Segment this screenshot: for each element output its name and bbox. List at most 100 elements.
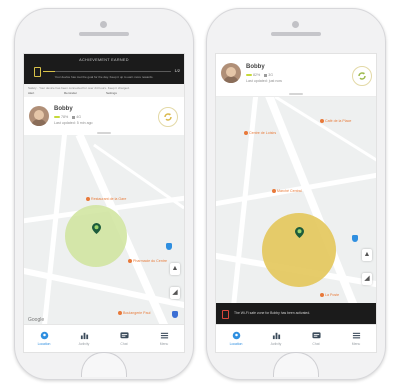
chat-icon	[119, 332, 129, 339]
refresh-icon	[358, 72, 366, 80]
map-poi-label: Café de la Place	[325, 119, 352, 123]
map-poi-label: Centre de Loisirs	[249, 131, 277, 135]
last-updated: Last updated: just now	[246, 79, 282, 83]
location-pin-icon	[40, 331, 48, 340]
tab-activity-label: Activity	[270, 342, 282, 346]
tab-activity[interactable]: Activity	[256, 325, 296, 352]
my-location-button[interactable]: ◢	[362, 273, 372, 285]
map-poi[interactable]: Restaurant de la Gare	[86, 197, 132, 202]
menu-icon	[352, 332, 360, 339]
location-pin-icon[interactable]	[295, 227, 304, 238]
notice-tag-reminder[interactable]: Reminder	[64, 91, 77, 95]
phone-left-screen: ACHIEVEMENT EARNED 1/2 Your device has m…	[23, 53, 185, 353]
home-button[interactable]	[273, 352, 319, 377]
profile-name: Bobby	[54, 106, 73, 112]
profile-name: Bobby	[246, 64, 265, 70]
place-icon	[128, 259, 132, 264]
front-camera	[292, 21, 299, 28]
achievement-description: Your device has met the goal for the day…	[54, 75, 154, 79]
my-location-button[interactable]: ◢	[170, 287, 180, 299]
map-poi-label: Pharmacie du Centre	[133, 259, 167, 263]
sheet-handle[interactable]	[97, 132, 111, 134]
map-poi[interactable]: Marché Central	[272, 189, 318, 194]
map-poi[interactable]: La Poste	[320, 293, 366, 298]
tab-location[interactable]: Location	[216, 325, 256, 352]
shield-icon	[352, 235, 358, 242]
place-icon	[272, 189, 276, 194]
refresh-button[interactable]	[352, 66, 372, 86]
tab-bar: Location Activity Chat Menu	[24, 324, 184, 352]
tab-chat-label: Chat	[120, 342, 128, 346]
speaker-grille	[271, 32, 321, 36]
achievement-title: ACHIEVEMENT EARNED	[79, 58, 129, 62]
speaker-grille	[79, 32, 129, 36]
home-button[interactable]	[81, 352, 127, 377]
phone-right-screen: Bobby 82% 3G Last updated: just now Cent…	[215, 53, 377, 353]
tab-location[interactable]: Location	[24, 325, 64, 352]
location-pin-icon[interactable]	[92, 223, 101, 234]
refresh-icon	[164, 113, 172, 121]
signal-icon	[72, 115, 76, 119]
progress-track	[43, 71, 171, 72]
alert-icon	[222, 310, 229, 319]
profile-card[interactable]: Bobby 82% 3G Last updated: just now	[216, 54, 376, 97]
achievement-banner[interactable]: ACHIEVEMENT EARNED 1/2 Your device has m…	[24, 54, 184, 84]
chat-icon	[311, 332, 321, 339]
location-pin-icon	[232, 331, 240, 340]
toast-text: The Wi-Fi safe zone for Bobby has been a…	[234, 311, 311, 315]
avatar[interactable]	[29, 106, 49, 126]
tab-menu[interactable]: Menu	[336, 325, 376, 352]
map-poi[interactable]: Café de la Place	[320, 119, 366, 124]
progress-fill	[43, 71, 55, 72]
notice-tag-settings[interactable]: Settings	[106, 91, 117, 95]
place-icon	[320, 293, 324, 298]
map-poi[interactable]: Pharmacie du Centre	[128, 259, 174, 264]
tab-menu-label: Menu	[159, 342, 169, 346]
place-icon	[118, 311, 122, 316]
map-view[interactable]: Restaurant de la Gare Pharmacie du Centr…	[24, 135, 184, 325]
map-poi-label: Restaurant de la Gare	[91, 197, 127, 201]
street-view-button[interactable]: ▲	[170, 263, 180, 275]
signal-type: 4G	[76, 115, 81, 119]
bar-chart-icon	[272, 332, 280, 340]
tab-chat[interactable]: Chat	[104, 325, 144, 352]
notification-toast[interactable]: The Wi-Fi safe zone for Bobby has been a…	[216, 303, 376, 325]
map-poi[interactable]: Centre de Loisirs	[244, 131, 290, 136]
notice-tag-alert[interactable]: Alert	[28, 91, 34, 95]
safe-zone-circle	[262, 213, 336, 287]
street-view-button[interactable]: ▲	[362, 249, 372, 261]
notice-strip[interactable]: Safety · Your device has been connected …	[24, 84, 184, 98]
last-updated: Last updated: 5 min ago	[54, 121, 93, 125]
safe-zone-circle	[65, 205, 127, 267]
menu-icon	[160, 332, 168, 339]
map-poi[interactable]: Boulangerie Paul	[118, 311, 164, 316]
tab-activity[interactable]: Activity	[64, 325, 104, 352]
profile-status: 82% 3G	[246, 73, 273, 77]
tab-chat[interactable]: Chat	[296, 325, 336, 352]
bar-chart-icon	[80, 332, 88, 340]
profile-card[interactable]: Bobby 78% 4G Last updated: 5 min ago	[24, 97, 184, 135]
sheet-handle[interactable]	[289, 93, 303, 95]
front-camera	[100, 21, 107, 28]
battery-level: 82%	[253, 73, 261, 77]
tab-location-label: Location	[229, 342, 243, 346]
battery-icon	[246, 73, 252, 77]
phone-right: Bobby 82% 3G Last updated: just now Cent…	[206, 8, 386, 380]
tab-location-label: Location	[37, 342, 51, 346]
battery-icon	[54, 115, 60, 119]
achievement-counter: 1/2	[174, 68, 180, 73]
map-view[interactable]: Centre de Loisirs Café de la Place March…	[216, 97, 376, 303]
tab-menu-label: Menu	[351, 342, 361, 346]
map-poi-label: Boulangerie Paul	[123, 311, 151, 315]
signal-type: 3G	[268, 73, 273, 77]
avatar[interactable]	[221, 63, 241, 83]
phone-left: ACHIEVEMENT EARNED 1/2 Your device has m…	[14, 8, 194, 380]
place-icon	[244, 131, 248, 136]
map-poi-label: La Poste	[325, 293, 340, 297]
place-icon	[86, 197, 90, 202]
refresh-button[interactable]	[158, 107, 178, 127]
place-icon	[320, 119, 324, 124]
signal-icon	[264, 73, 268, 77]
tab-menu[interactable]: Menu	[144, 325, 184, 352]
map-brand-logo: Google	[28, 317, 45, 323]
